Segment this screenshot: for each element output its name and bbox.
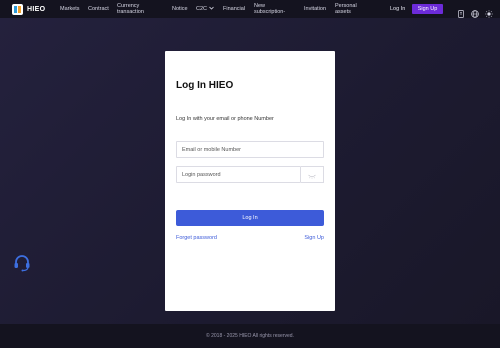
forgot-password-link[interactable]: Forget password: [176, 235, 217, 241]
nav-c2c-label: C2C: [196, 6, 208, 12]
nav-currency-transaction[interactable]: Currency transaction: [117, 0, 144, 18]
nav-new-subscription-line2: subscription-: [254, 9, 286, 15]
eye-closed-icon: [308, 166, 316, 184]
login-title: Log In HIEO: [176, 80, 234, 91]
login-submit-button[interactable]: Log In: [176, 210, 324, 226]
logo-icon: [12, 4, 23, 15]
footer-copyright: © 2018 - 2025 HIEO All rights reserved.: [206, 333, 294, 339]
email-field-placeholder: Email or mobile Number: [182, 146, 241, 153]
nav-personal-assets-line2: assets: [335, 9, 351, 15]
password-field[interactable]: Login password: [176, 166, 301, 183]
login-subtitle: Log In with your email or phone Number: [176, 116, 274, 122]
nav-invitation[interactable]: Invitation: [304, 0, 326, 18]
password-group: Login password: [176, 166, 324, 183]
header-signup-button[interactable]: Sign Up: [412, 4, 443, 14]
header-login-link[interactable]: Log In: [390, 0, 405, 18]
nav-contract[interactable]: Contract: [88, 0, 109, 18]
top-navigation-bar: HIEO Markets Contract Currency transacti…: [0, 0, 500, 18]
customer-support-icon[interactable]: [13, 254, 31, 272]
signup-link[interactable]: Sign Up: [304, 235, 324, 241]
toggle-password-visibility[interactable]: [301, 166, 324, 183]
chevron-down-icon: [209, 6, 214, 12]
nav-new-subscription[interactable]: New subscription-: [254, 0, 285, 18]
nav-markets[interactable]: Markets: [60, 0, 80, 18]
theme-toggle-icon[interactable]: [485, 5, 493, 18]
nav-financial[interactable]: Financial: [223, 0, 245, 18]
logo-text: HIEO: [27, 6, 46, 13]
nav-currency-transaction-line2: transaction: [117, 9, 144, 15]
nav-notice[interactable]: Notice: [172, 0, 188, 18]
globe-icon[interactable]: [471, 5, 479, 18]
nav-personal-assets[interactable]: Personal assets: [335, 0, 357, 18]
email-field[interactable]: Email or mobile Number: [176, 141, 324, 158]
nav-c2c[interactable]: C2C: [196, 0, 214, 18]
brand-logo[interactable]: HIEO: [12, 4, 45, 15]
footer: © 2018 - 2025 HIEO All rights reserved.: [0, 324, 500, 348]
login-card: Log In HIEO Log In with your email or ph…: [165, 51, 335, 311]
password-field-placeholder: Login password: [182, 171, 221, 178]
download-icon[interactable]: [457, 5, 465, 18]
